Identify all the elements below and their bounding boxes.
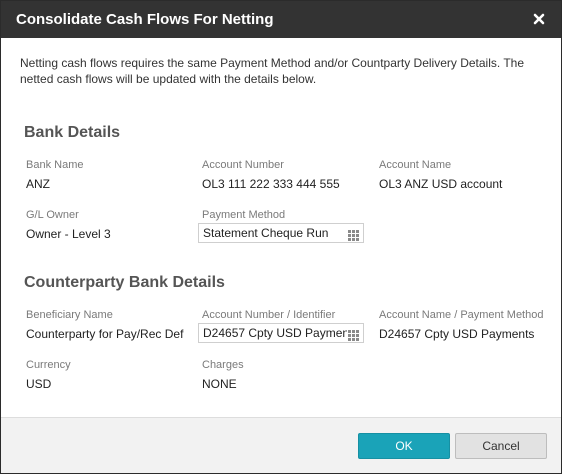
gl-owner-label: G/L Owner: [26, 209, 79, 221]
account-name-label: Account Name: [379, 159, 452, 171]
counterparty-heading: Counterparty Bank Details: [24, 274, 225, 291]
dialog-title: Consolidate Cash Flows For Netting: [16, 11, 274, 28]
account-number-label: Account Number: [202, 159, 284, 171]
close-icon[interactable]: [530, 10, 548, 28]
currency-value: USD: [26, 377, 52, 391]
charges-label: Charges: [202, 359, 244, 371]
ok-button[interactable]: OK: [358, 433, 450, 459]
account-identifier-field[interactable]: [198, 323, 364, 343]
currency-label: Currency: [26, 359, 71, 371]
dialog-titlebar: Consolidate Cash Flows For Netting: [1, 1, 561, 38]
charges-value: NONE: [202, 377, 237, 391]
beneficiary-value: Counterparty for Pay/Rec Def: [26, 327, 184, 341]
cpty-account-name-label: Account Name / Payment Method: [379, 309, 544, 321]
account-name-value: OL3 ANZ USD account: [379, 177, 503, 191]
account-identifier-label: Account Number / Identifier: [202, 309, 336, 321]
account-identifier-input[interactable]: [199, 324, 347, 342]
cancel-button[interactable]: Cancel: [455, 433, 547, 459]
payment-method-input[interactable]: [199, 224, 347, 242]
grid-icon[interactable]: [348, 328, 359, 341]
dialog-footer: OK Cancel: [1, 417, 561, 473]
bank-name-label: Bank Name: [26, 159, 84, 171]
gl-owner-value: Owner - Level 3: [26, 227, 111, 241]
intro-text: Netting cash flows requires the same Pay…: [20, 56, 525, 86]
grid-icon[interactable]: [348, 228, 359, 241]
beneficiary-label: Beneficiary Name: [26, 309, 113, 321]
cpty-account-name-value: D24657 Cpty USD Payments: [379, 327, 535, 341]
payment-method-field[interactable]: [198, 223, 364, 243]
account-number-value: OL3 111 222 333 444 555: [202, 177, 340, 191]
consolidate-dialog: Consolidate Cash Flows For Netting Netti…: [0, 0, 562, 474]
bank-details-heading: Bank Details: [24, 124, 121, 141]
payment-method-label: Payment Method: [202, 209, 286, 221]
bank-name-value: ANZ: [26, 177, 50, 191]
